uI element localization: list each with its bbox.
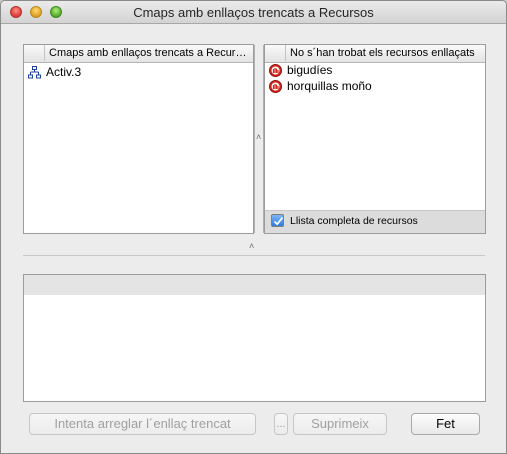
resources-column-header[interactable]: No s´han trobat els recursos enllaçats	[265, 45, 485, 63]
cmaps-column-header[interactable]: Cmaps amb enllaços trencats a Recursos	[24, 45, 253, 63]
window-title: Cmaps amb enllaços trencats a Recursos	[133, 5, 374, 20]
details-column-header	[24, 275, 485, 295]
broken-resource-icon	[269, 80, 282, 93]
resource-name: horquillas moño	[287, 79, 372, 93]
full-list-checkbox[interactable]	[271, 214, 284, 227]
horizontal-split-grip-icon[interactable]: ˄	[249, 242, 254, 251]
cmaps-column-header-label: Cmaps amb enllaços trencats a Recursos	[49, 47, 251, 59]
split-grip-icon: ˄	[256, 132, 262, 142]
broken-resource-icon	[269, 64, 282, 77]
checkmark-icon	[273, 216, 284, 226]
list-item[interactable]: bigudíes	[265, 62, 485, 78]
full-list-checkbox-label[interactable]: Llista completa de recursos	[290, 215, 418, 227]
horizontal-separator	[23, 255, 485, 256]
cmaps-list-panel: Cmaps amb enllaços trencats a Recursos A…	[23, 44, 254, 234]
cmap-icon	[28, 66, 41, 79]
resources-column-header-label: No s´han trobat els recursos enllaçats	[290, 47, 475, 59]
details-panel	[23, 274, 486, 402]
fix-link-button[interactable]: Intenta arreglar l´enllaç trencat	[29, 413, 256, 435]
full-list-bar: Llista completa de recursos	[265, 210, 485, 233]
cmap-name: Activ.3	[46, 65, 82, 79]
dialog-window: Cmaps amb enllaços trencats a Recursos C…	[0, 0, 507, 454]
delete-button[interactable]: Suprimeix	[293, 413, 387, 435]
title-bar: Cmaps amb enllaços trencats a Recursos	[1, 1, 506, 24]
vertical-split-divider[interactable]: ˄	[254, 45, 264, 233]
broken-resources-panel: No s´han trobat els recursos enllaçats b…	[264, 44, 486, 234]
more-options-button[interactable]: ...	[274, 413, 288, 435]
resource-name: bigudíes	[287, 63, 333, 77]
done-button[interactable]: Fet	[411, 413, 480, 435]
list-item[interactable]: horquillas moño	[265, 78, 485, 94]
list-item[interactable]: Activ.3	[24, 64, 253, 80]
